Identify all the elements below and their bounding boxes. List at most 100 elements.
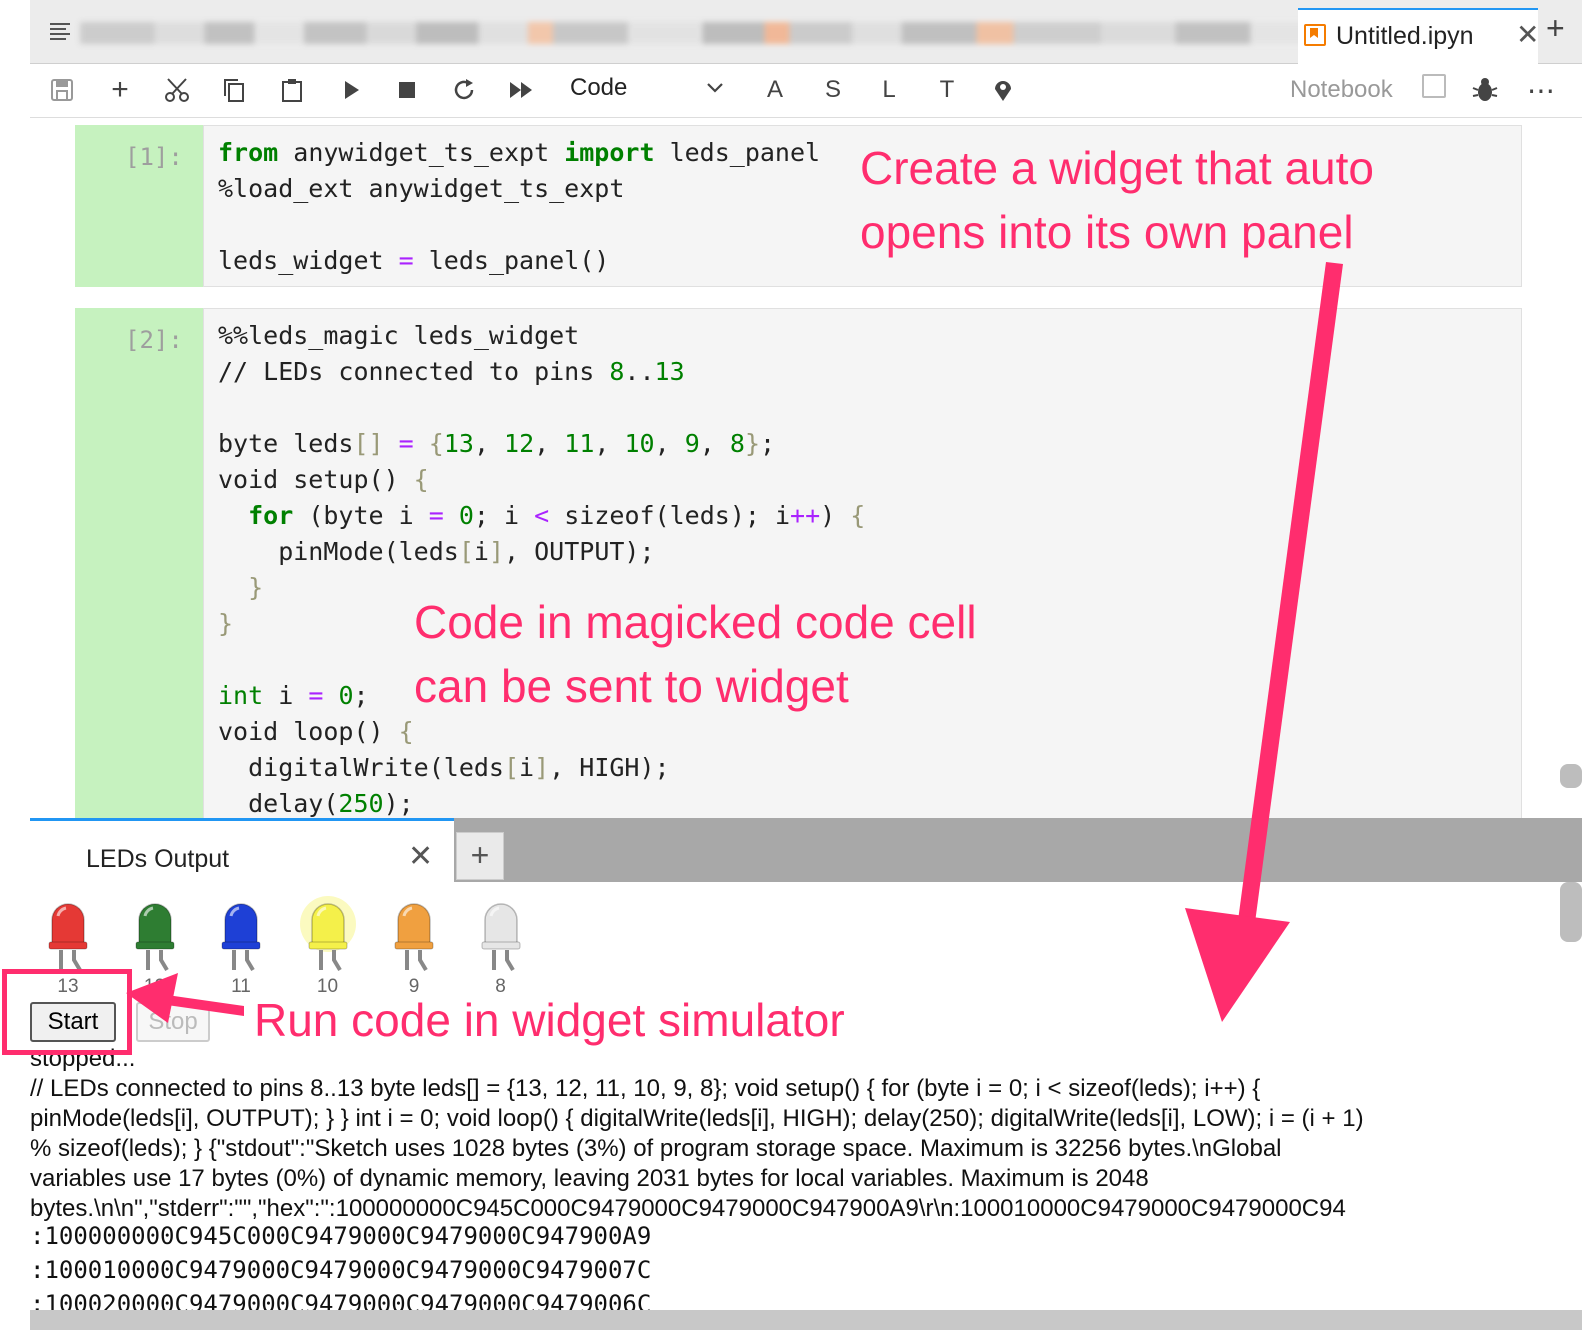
code-token: byte leds (218, 429, 354, 458)
code-token: i (263, 681, 309, 710)
annotation-line: Create a widget that auto (860, 142, 1374, 194)
toolbar-button-t[interactable]: T (934, 74, 960, 106)
led-icon (481, 903, 520, 972)
run-icon[interactable] (338, 74, 364, 106)
code-token: from (218, 138, 279, 167)
tab-untitled-notebook[interactable]: Untitled.ipyn ✕ (1298, 8, 1539, 65)
fast-forward-icon[interactable] (506, 74, 538, 106)
toolbar-button-a[interactable]: A (762, 74, 788, 106)
code-token: ; (760, 429, 776, 458)
code-line: for (byte i = 0; i < sizeof(leds); i++) … (218, 501, 865, 530)
panel-tab-title: LEDs Output (86, 845, 230, 873)
start-button-highlight (2, 969, 132, 1055)
code-token: 13 (654, 357, 685, 386)
code-token: void loop() (218, 717, 399, 746)
code-token: , HIGH); (549, 753, 670, 782)
code-line: int i = 0; (218, 681, 369, 710)
cell-type-select[interactable]: Code (570, 74, 627, 102)
document-tab-bar: Untitled.ipyn ✕ + (30, 0, 1582, 65)
tab-title: Untitled.ipyn (1336, 22, 1474, 50)
code-token: , (654, 429, 685, 458)
code-token: , (594, 429, 625, 458)
open-in-notebook-link[interactable]: Notebook (1290, 76, 1393, 104)
code-token: leds_panel() (413, 246, 610, 275)
paste-icon[interactable] (278, 74, 306, 106)
code-token: [] (353, 429, 384, 458)
code-token: %%leds_magic leds_widget (218, 321, 580, 350)
location-pin-icon[interactable] (990, 74, 1016, 106)
close-icon[interactable]: ✕ (1516, 18, 1539, 51)
code-token: 0 (338, 681, 354, 710)
notebook-scrollbar[interactable] (1560, 764, 1582, 788)
code-line: byte leds[] = {13, 12, 11, 10, 9, 8}; (218, 429, 775, 458)
cut-icon[interactable] (162, 74, 192, 106)
save-icon[interactable] (48, 74, 76, 106)
new-tab-button[interactable]: + (1546, 10, 1565, 47)
stop-button[interactable]: Stop (136, 1002, 210, 1042)
code-token: , (534, 429, 565, 458)
blurred-tabs (80, 22, 1325, 44)
copy-icon[interactable] (220, 74, 248, 106)
code-line: digitalWrite(leds[i], HIGH); (218, 753, 670, 782)
code-token: = (398, 429, 414, 458)
led-9: 9 (384, 894, 444, 997)
debugger-bug-icon[interactable] (1470, 74, 1500, 106)
annotation-run-simulator: Run code in widget simulator (254, 994, 845, 1046)
execution-prompt: [1]: (125, 143, 183, 171)
code-token: i (519, 753, 535, 782)
code-token: sizeof(leds); i (549, 501, 791, 530)
code-token: anywidget_ts_expt (278, 138, 565, 167)
led-icon (299, 896, 356, 972)
code-editor[interactable]: %%leds_magic leds_widget // LEDs connecte… (203, 308, 1522, 818)
toolbar-button-l[interactable]: L (876, 74, 902, 106)
code-cell-2[interactable]: [2]: %%leds_magic leds_widget // LEDs con… (75, 308, 1522, 818)
code-token: (byte i (293, 501, 429, 530)
panel-scrollbar[interactable] (1560, 882, 1582, 942)
horizontal-scrollbar[interactable] (30, 1310, 1582, 1330)
code-token: = (398, 246, 414, 275)
chevron-down-icon[interactable] (706, 78, 724, 96)
code-line: %load_ext anywidget_ts_expt (218, 174, 624, 203)
code-token: ); (383, 789, 414, 818)
code-token: [ (458, 537, 474, 566)
new-panel-tab-button[interactable]: + (456, 832, 504, 880)
code-token: { (428, 429, 444, 458)
hex-line: :100010000C9479000C9479000C9479000C94790… (30, 1256, 652, 1284)
annotation-widget-panel: Create a widget that auto opens into its… (860, 136, 1374, 264)
code-token: delay( (218, 789, 339, 818)
code-token: for (248, 501, 294, 530)
code-token: int (218, 681, 264, 710)
code-token: // LEDs connected to pins (218, 357, 610, 386)
code-token: import (564, 138, 655, 167)
toolbar-button-s[interactable]: S (820, 74, 846, 106)
code-line: pinMode(leds[i], OUTPUT); (218, 537, 654, 566)
log-line: variables use 17 bytes (0%) of dynamic m… (30, 1165, 1149, 1192)
led-12: 12 (125, 894, 185, 997)
more-options-button[interactable]: ⋯ (1526, 74, 1556, 106)
led-10: 10 (298, 894, 358, 997)
code-token: leds_widget (218, 246, 399, 275)
annotation-line: Code in magicked code cell (414, 596, 977, 648)
add-cell-button[interactable]: + (106, 73, 134, 106)
close-icon[interactable]: ✕ (408, 839, 433, 874)
stop-icon[interactable] (394, 74, 420, 106)
code-line: from anywidget_ts_expt import leds_panel (218, 138, 820, 167)
code-token: 12 (504, 429, 535, 458)
code-line: } (218, 609, 233, 638)
annotation-magicked-cell: Code in magicked code cell can be sent t… (414, 590, 977, 718)
code-line: leds_widget = leds_panel() (218, 246, 609, 275)
code-token: 8 (609, 357, 625, 386)
notebook-toolbar: + Code A S L T Notebook ⋯ (30, 64, 1582, 118)
external-link-icon[interactable] (1422, 74, 1446, 98)
table-of-contents-icon[interactable] (46, 18, 74, 46)
cell-selection-bar[interactable] (75, 308, 203, 818)
code-token: [ (503, 753, 520, 782)
code-token: .. (624, 357, 655, 386)
restart-icon[interactable] (450, 74, 478, 106)
tab-leds-output[interactable]: LEDs Output ✕ (30, 818, 454, 882)
code-token: } (218, 609, 234, 638)
